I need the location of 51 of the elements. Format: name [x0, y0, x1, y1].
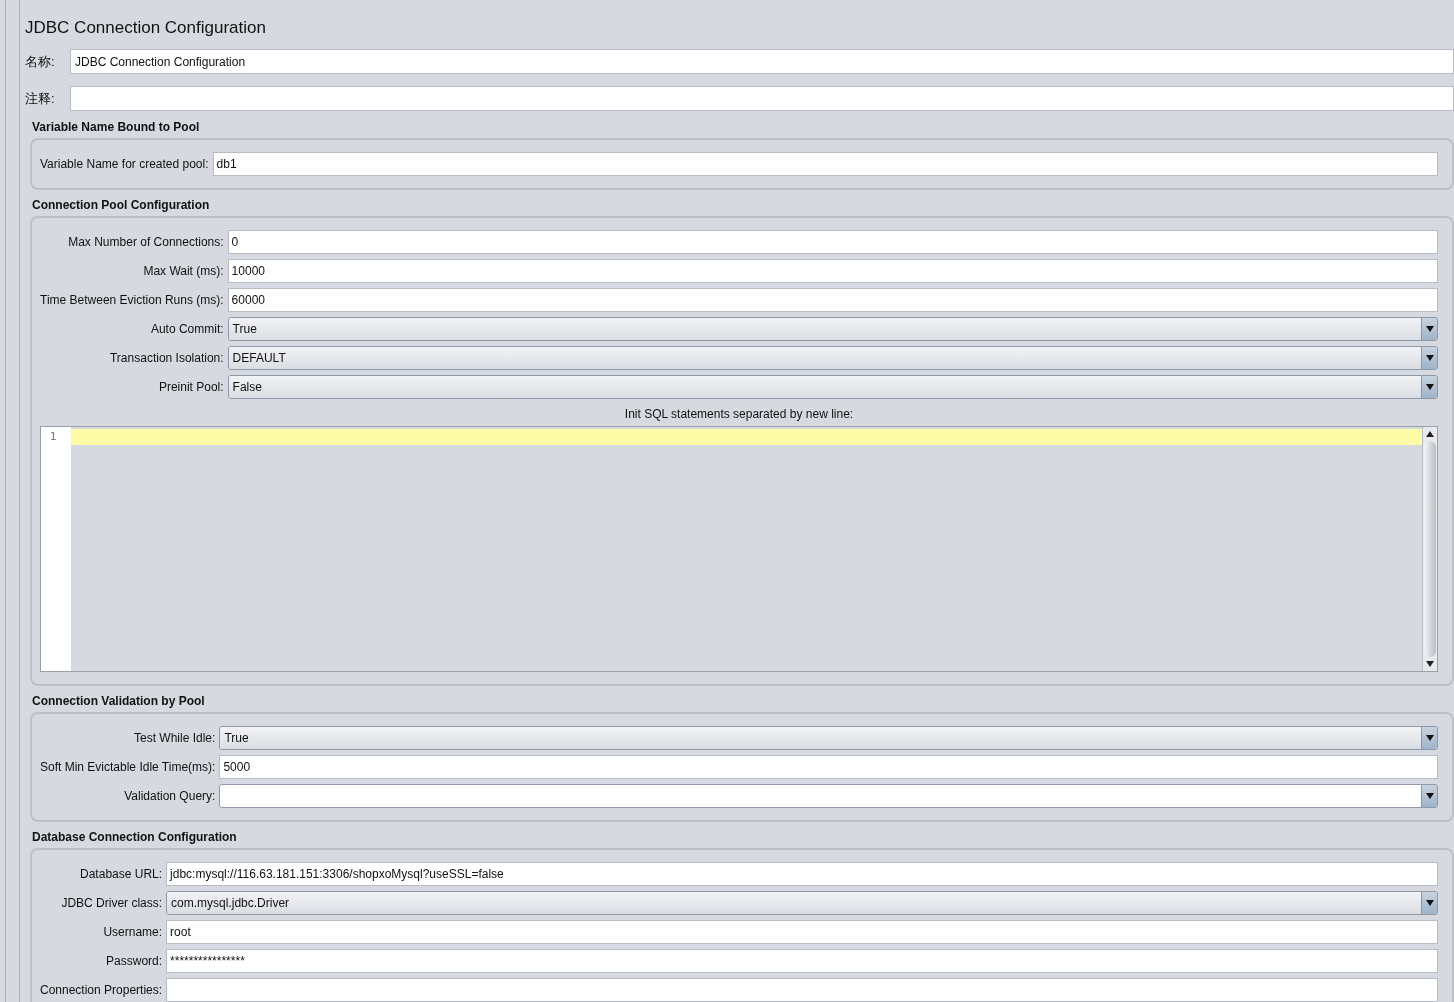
field-label: Time Between Eviction Runs (ms): — [40, 292, 224, 309]
field-label: Max Wait (ms): — [142, 263, 224, 280]
section-title: Variable Name Bound to Pool — [31, 119, 201, 135]
input-field[interactable]: JDBC Connection Configuration — [70, 49, 1454, 74]
dropdown-arrow-icon — [1425, 900, 1434, 906]
field-label: Variable Name for created pool: — [40, 156, 209, 173]
field-label: Max Number of Connections: — [67, 234, 224, 251]
input-field[interactable]: root — [166, 920, 1438, 944]
panel-title: JDBC Connection Configuration — [25, 17, 267, 39]
dropdown-arrow-icon — [1425, 735, 1434, 741]
field-label: Username: — [102, 924, 163, 941]
section-title: Connection Validation by Pool — [31, 693, 206, 709]
field-label: Database URL: — [79, 866, 163, 883]
scroll-down-icon[interactable] — [1426, 661, 1434, 667]
field-label: Preinit Pool: — [157, 379, 224, 396]
dropdown[interactable]: DEFAULT — [227, 346, 1438, 370]
section-title: Connection Pool Configuration — [31, 197, 211, 213]
dropdown-arrow-icon — [1425, 326, 1434, 332]
field-label: Password: — [105, 953, 163, 970]
field-label: Soft Min Evictable Idle Time(ms): — [40, 759, 216, 776]
dropdown[interactable]: True — [227, 317, 1438, 341]
input-field[interactable]: 60000 — [227, 288, 1438, 312]
vertical-scrollbar[interactable] — [1422, 427, 1437, 671]
dropdown[interactable]: com.mysql.jdbc.Driver — [166, 891, 1438, 915]
input-field[interactable]: jdbc:mysql://116.63.181.151:3306/shopxoMysql?useSSL=false — [166, 862, 1438, 886]
dropdown[interactable]: False — [227, 375, 1438, 399]
input-field[interactable]: db1 — [212, 152, 1438, 176]
scroll-up-icon[interactable] — [1426, 431, 1434, 437]
line-number: 1 — [49, 429, 58, 445]
field-label: 名称: — [25, 52, 55, 71]
dropdown-arrow-icon — [1425, 384, 1434, 390]
field-label: 注释: — [25, 89, 55, 108]
input-field[interactable]: 5000 — [219, 755, 1438, 779]
dropdown-arrow-icon — [1425, 355, 1434, 361]
field-label: JDBC Driver class: — [60, 895, 163, 912]
code-editor[interactable]: 1 — [40, 426, 1438, 672]
field-label: Transaction Isolation: — [109, 350, 224, 367]
section-title: Database Connection Configuration — [31, 829, 238, 845]
input-field[interactable] — [70, 86, 1454, 111]
input-field[interactable]: 10000 — [227, 259, 1438, 283]
input-field[interactable]: 0 — [227, 230, 1438, 254]
dropdown[interactable]: True — [219, 726, 1438, 750]
field-label: Auto Commit: — [149, 321, 224, 338]
field-label: Validation Query: — [123, 788, 216, 805]
dropdown-arrow-icon — [1425, 793, 1434, 799]
combo-box[interactable] — [219, 784, 1438, 808]
input-field[interactable]: **************** — [166, 949, 1438, 973]
field-label: Connection Properties: — [40, 982, 163, 999]
field-label: Test While Idle: — [133, 730, 216, 747]
editor-label: Init SQL statements separated by new line: — [623, 406, 855, 423]
input-field[interactable] — [166, 978, 1438, 1002]
